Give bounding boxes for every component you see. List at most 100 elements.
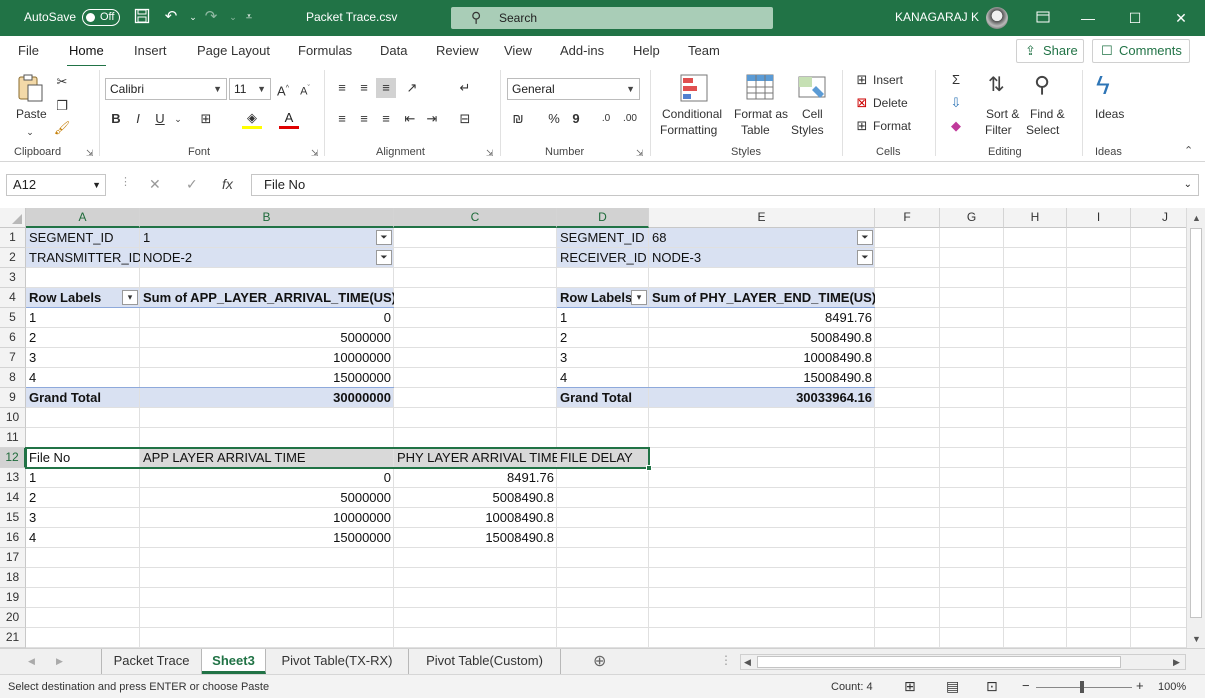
zoom-slider[interactable]: [1036, 687, 1132, 688]
increase-decimal-icon[interactable]: .0: [596, 109, 616, 129]
zoom-in-icon[interactable]: +: [1136, 678, 1144, 693]
font-name-select[interactable]: Calibri ▼: [105, 78, 227, 100]
vertical-scrollbar[interactable]: ▲ ▼: [1186, 208, 1205, 648]
row-header[interactable]: 21: [0, 628, 26, 648]
row-header[interactable]: 10: [0, 408, 26, 428]
alignment-launcher-icon[interactable]: ⇲: [486, 148, 494, 159]
align-right-icon[interactable]: ≡: [376, 109, 396, 129]
cancel-icon[interactable]: ✕: [149, 176, 161, 193]
column-header-b[interactable]: B: [140, 208, 394, 228]
page-break-view-icon[interactable]: ⊡: [986, 678, 998, 695]
filter-dropdown-icon[interactable]: ⏷: [857, 250, 873, 265]
row-header[interactable]: 2: [0, 248, 26, 268]
decrease-decimal-icon[interactable]: .00: [620, 109, 640, 129]
add-sheet-icon[interactable]: ⊕: [593, 651, 606, 671]
borders-icon[interactable]: ⊞: [196, 109, 216, 129]
number-launcher-icon[interactable]: ⇲: [636, 148, 644, 159]
row-header[interactable]: 17: [0, 548, 26, 568]
worksheet-grid[interactable]: A B C D E F G H I J 1 2 3 4 5 6 7 8 9 10 11 12 13 14 15 16 17 18 19 2…: [0, 208, 1186, 648]
format-painter-icon[interactable]: 🖌: [52, 118, 72, 138]
scroll-left-icon[interactable]: ◀: [744, 657, 751, 668]
avatar[interactable]: [986, 7, 1008, 29]
ribbon-display-icon[interactable]: [1033, 8, 1053, 28]
row-header[interactable]: 4: [0, 288, 26, 308]
shrink-font-icon[interactable]: Aˇ: [295, 79, 315, 99]
fill-color-icon[interactable]: ◈: [242, 109, 262, 129]
tab-formulas[interactable]: Formulas: [298, 43, 352, 58]
scroll-down-icon[interactable]: ▼: [1192, 634, 1201, 644]
sheet-tab-packet-trace[interactable]: Packet Trace: [101, 649, 202, 674]
copy-icon[interactable]: ❐: [52, 96, 72, 116]
insert-function-icon[interactable]: fx: [222, 176, 233, 192]
undo-icon[interactable]: ↶: [162, 8, 180, 26]
fill-handle[interactable]: [646, 465, 652, 471]
row-header[interactable]: 11: [0, 428, 26, 448]
autosum-icon[interactable]: Σ: [946, 70, 966, 90]
column-header-e[interactable]: E: [649, 208, 875, 228]
sheet-prev-icon[interactable]: ◀: [28, 656, 35, 667]
column-header-f[interactable]: F: [875, 208, 940, 228]
merge-center-icon[interactable]: ⊟: [455, 109, 475, 129]
collapse-ribbon-icon[interactable]: ⌃: [1184, 144, 1193, 157]
comma-style-icon[interactable]: 9: [566, 109, 586, 129]
user-name[interactable]: KANAGARAJ K: [895, 10, 979, 24]
align-left-icon[interactable]: ≡: [332, 109, 352, 129]
tab-add-ins[interactable]: Add-ins: [560, 43, 604, 58]
expand-formula-icon[interactable]: ⌄: [1184, 175, 1192, 195]
column-header-j[interactable]: J: [1131, 208, 1186, 228]
formula-input[interactable]: File No ⌄: [251, 174, 1199, 196]
row-header[interactable]: 12: [0, 448, 26, 468]
tab-data[interactable]: Data: [380, 43, 407, 58]
share-button[interactable]: ⇪ Share: [1016, 39, 1084, 63]
bold-button[interactable]: B: [106, 109, 126, 129]
close-icon[interactable]: ✕: [1171, 8, 1191, 28]
orientation-icon[interactable]: ↗: [402, 78, 422, 98]
row-header[interactable]: 20: [0, 608, 26, 628]
enter-icon[interactable]: ✓: [186, 176, 198, 193]
minimize-icon[interactable]: —: [1078, 8, 1098, 28]
vertical-scroll-thumb[interactable]: [1190, 228, 1202, 618]
grow-font-icon[interactable]: A^: [273, 79, 293, 99]
row-header[interactable]: 16: [0, 528, 26, 548]
paste-dropdown-icon[interactable]: ⌄: [20, 122, 40, 142]
comments-button[interactable]: ☐ Comments: [1092, 39, 1190, 63]
tab-insert[interactable]: Insert: [134, 43, 167, 58]
row-header[interactable]: 13: [0, 468, 26, 488]
select-all-corner[interactable]: [0, 208, 26, 228]
font-launcher-icon[interactable]: ⇲: [311, 148, 319, 159]
ideas-label[interactable]: Ideas: [1095, 106, 1124, 122]
zoom-out-icon[interactable]: −: [1022, 678, 1030, 693]
format-as-table-button[interactable]: [744, 72, 776, 107]
ideas-icon[interactable]: ϟ: [1096, 70, 1110, 101]
sort-filter-icon[interactable]: ⇅: [988, 72, 1005, 97]
tab-review[interactable]: Review: [436, 43, 479, 58]
sheet-tab-sheet3[interactable]: Sheet3: [202, 649, 266, 674]
tab-view[interactable]: View: [504, 43, 532, 58]
row-header[interactable]: 15: [0, 508, 26, 528]
row-header[interactable]: 3: [0, 268, 26, 288]
format-cells-icon[interactable]: ⊞: [852, 116, 872, 136]
align-center-icon[interactable]: ≡: [354, 109, 374, 129]
row-header[interactable]: 8: [0, 368, 26, 388]
horizontal-scroll-thumb[interactable]: [757, 656, 1121, 668]
page-layout-view-icon[interactable]: ▤: [946, 678, 959, 695]
filter-dropdown-icon[interactable]: ⏷: [376, 230, 392, 245]
autosave-toggle[interactable]: Off: [82, 9, 120, 26]
font-color-icon[interactable]: A: [279, 109, 299, 129]
paste-button[interactable]: [14, 72, 46, 107]
cell-styles-button[interactable]: [796, 72, 828, 107]
row-header[interactable]: 6: [0, 328, 26, 348]
search-box[interactable]: ⚲ Search: [451, 7, 773, 29]
conditional-formatting-button[interactable]: [678, 72, 710, 107]
fill-icon[interactable]: ⇩: [946, 93, 966, 113]
maximize-icon[interactable]: ☐: [1125, 8, 1145, 28]
tab-team[interactable]: Team: [688, 43, 720, 58]
column-header-i[interactable]: I: [1067, 208, 1131, 228]
cut-icon[interactable]: ✂: [52, 72, 72, 92]
column-header-a[interactable]: A: [26, 208, 140, 228]
italic-button[interactable]: I: [128, 109, 148, 129]
name-box[interactable]: A12 ▼: [6, 174, 106, 196]
tab-home[interactable]: Home: [67, 43, 106, 68]
column-header-h[interactable]: H: [1004, 208, 1067, 228]
underline-button[interactable]: U: [150, 109, 170, 129]
